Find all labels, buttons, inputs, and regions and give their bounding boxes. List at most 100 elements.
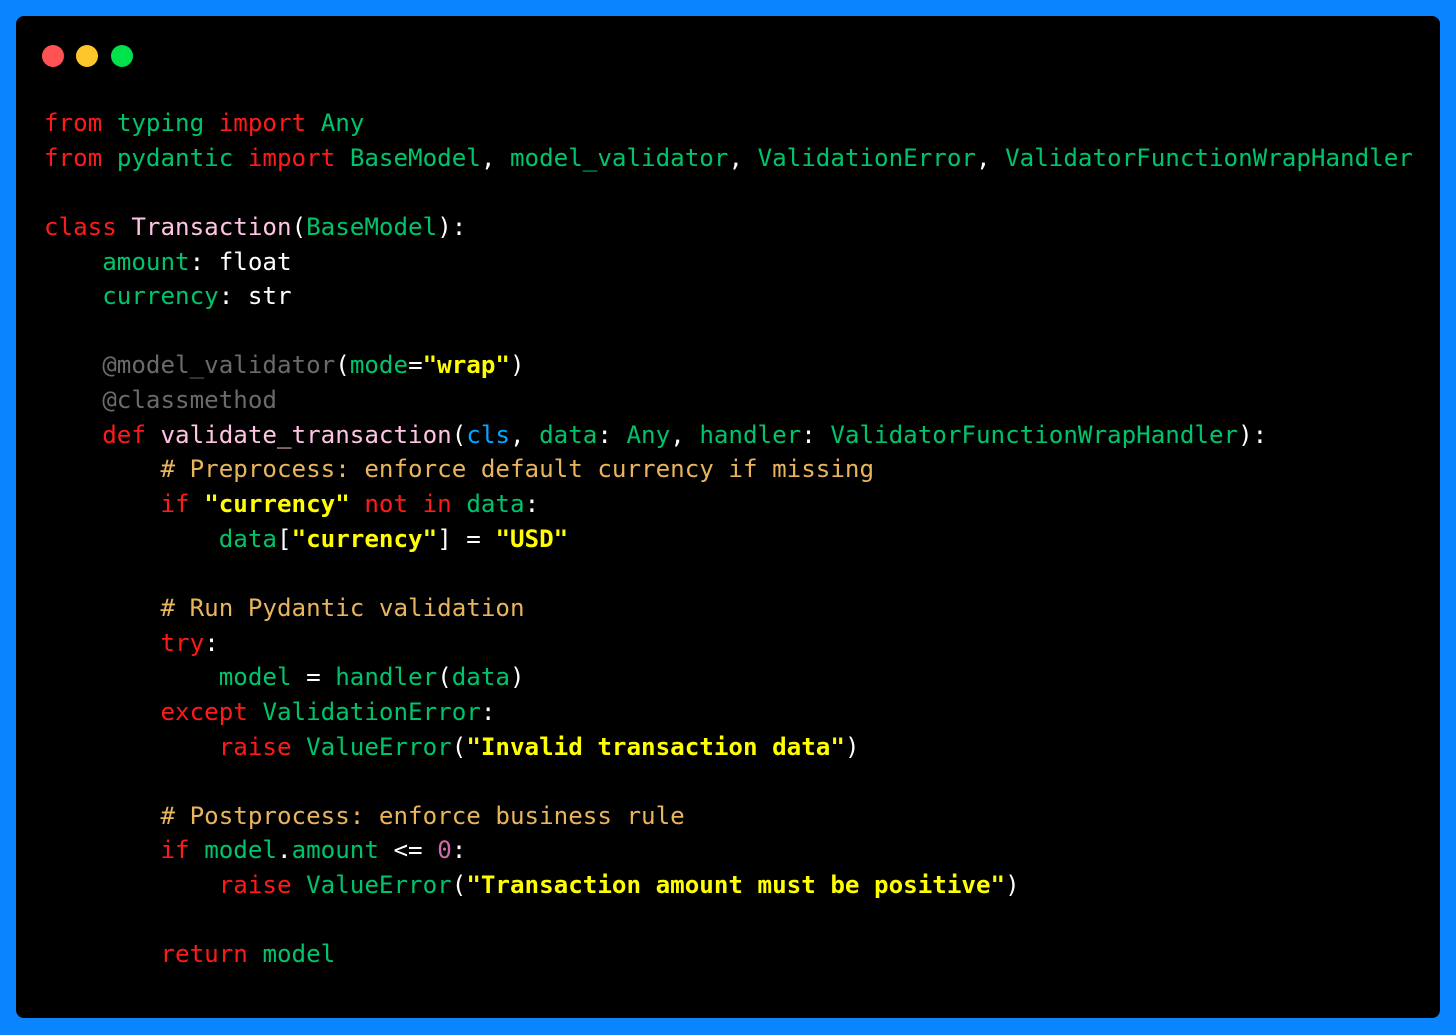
code-token-punctuation <box>44 455 161 483</box>
code-token-punctuation: , <box>670 421 699 449</box>
code-token-punctuation <box>44 802 161 830</box>
code-token-punctuation <box>190 836 205 864</box>
code-line <box>44 764 1413 799</box>
code-token-decorator: @model_validator <box>102 351 335 379</box>
code-token-keyword: raise <box>219 871 292 899</box>
code-line: try: <box>44 626 1413 661</box>
code-token-keyword: not <box>364 490 408 518</box>
code-token-punctuation: ) <box>510 663 525 691</box>
code-token-identifier: amount <box>102 248 189 276</box>
code-token-string-literal: "Invalid transaction data" <box>466 733 845 761</box>
code-token-keyword: def <box>102 421 146 449</box>
code-token-punctuation: ] = <box>437 525 495 553</box>
code-token-punctuation: ) <box>1005 871 1020 899</box>
maximize-window-dot-icon[interactable] <box>111 45 133 67</box>
code-token-identifier: Any <box>321 109 365 137</box>
code-line: if model.amount <= 0: <box>44 833 1413 868</box>
code-token-function-name: Transaction <box>131 213 291 241</box>
code-token-number-literal: 0 <box>437 836 452 864</box>
close-window-dot-icon[interactable] <box>42 45 64 67</box>
code-window: from typing import Any from pydantic impo… <box>16 16 1440 1018</box>
code-token-punctuation <box>102 144 117 172</box>
code-token-punctuation <box>233 144 248 172</box>
code-token-identifier: handler <box>335 663 437 691</box>
code-token-punctuation: : <box>801 421 830 449</box>
code-token-punctuation: ): <box>437 213 466 241</box>
code-token-identifier: data <box>539 421 597 449</box>
code-token-keyword: class <box>44 213 117 241</box>
code-token-identifier: typing <box>117 109 204 137</box>
code-token-function-name: validate_transaction <box>161 421 452 449</box>
code-token-keyword: from <box>44 144 102 172</box>
code-line: from pydantic import BaseModel, model_va… <box>44 141 1413 176</box>
code-block: from typing import Any from pydantic impo… <box>44 106 1413 972</box>
code-token-identifier: Any <box>627 421 671 449</box>
code-token-keyword: try <box>161 629 205 657</box>
code-token-punctuation: ) <box>510 351 525 379</box>
code-token-comment: # Preprocess: enforce default currency i… <box>161 455 875 483</box>
code-token-punctuation: : <box>452 836 467 864</box>
code-line: class Transaction(BaseModel): <box>44 210 1413 245</box>
code-token-identifier: model_validator <box>510 144 728 172</box>
code-token-keyword: return <box>161 940 248 968</box>
code-token-punctuation <box>44 733 219 761</box>
code-token-punctuation <box>292 733 307 761</box>
code-token-string-literal: "wrap" <box>423 351 510 379</box>
code-token-identifier: model <box>262 940 335 968</box>
code-token-punctuation <box>350 490 365 518</box>
code-token-punctuation: = <box>408 351 423 379</box>
code-token-punctuation: ( <box>437 663 452 691</box>
code-token-identifier: data <box>452 663 510 691</box>
code-line: amount: float <box>44 245 1413 280</box>
code-token-identifier: ValueError <box>306 733 452 761</box>
code-token-identifier: data <box>466 490 524 518</box>
code-token-punctuation <box>306 109 321 137</box>
code-token-identifier: model <box>219 663 292 691</box>
code-token-punctuation: : <box>481 698 496 726</box>
code-token-identifier: pydantic <box>117 144 234 172</box>
code-token-punctuation: : <box>525 490 540 518</box>
code-token-punctuation <box>44 248 102 276</box>
code-token-identifier: ValidationError <box>758 144 976 172</box>
code-token-keyword: import <box>219 109 306 137</box>
code-line: raise ValueError("Transaction amount mus… <box>44 868 1413 903</box>
code-token-punctuation <box>190 490 205 518</box>
code-token-punctuation <box>44 351 102 379</box>
code-line: def validate_transaction(cls, data: Any,… <box>44 418 1413 453</box>
code-token-cls-param: cls <box>466 421 510 449</box>
code-token-keyword: except <box>161 698 248 726</box>
code-token-punctuation <box>248 940 263 968</box>
code-line: @classmethod <box>44 383 1413 418</box>
code-line <box>44 175 1413 210</box>
code-line <box>44 556 1413 591</box>
code-token-punctuation <box>408 490 423 518</box>
code-token-identifier: amount <box>292 836 379 864</box>
code-token-punctuation <box>44 594 161 622</box>
code-token-punctuation: , <box>510 421 539 449</box>
code-token-punctuation <box>452 490 467 518</box>
code-token-keyword: if <box>161 490 190 518</box>
code-token-identifier: data <box>219 525 277 553</box>
code-line <box>44 314 1413 349</box>
code-token-punctuation <box>44 490 161 518</box>
code-token-punctuation: , <box>481 144 510 172</box>
code-token-punctuation <box>44 386 102 414</box>
code-token-punctuation: : float <box>190 248 292 276</box>
code-token-punctuation: , <box>976 144 1005 172</box>
code-line: model = handler(data) <box>44 660 1413 695</box>
code-token-identifier: model <box>204 836 277 864</box>
code-token-punctuation <box>44 871 219 899</box>
minimize-window-dot-icon[interactable] <box>76 45 98 67</box>
code-token-string-literal: "currency" <box>292 525 438 553</box>
code-token-identifier: ValueError <box>306 871 452 899</box>
code-token-keyword: raise <box>219 733 292 761</box>
code-line: if "currency" not in data: <box>44 487 1413 522</box>
code-token-identifier: currency <box>102 282 219 310</box>
code-line <box>44 903 1413 938</box>
code-token-punctuation: [ <box>277 525 292 553</box>
code-token-punctuation: ( <box>452 421 467 449</box>
code-line: currency: str <box>44 279 1413 314</box>
code-line: @model_validator(mode="wrap") <box>44 348 1413 383</box>
code-token-punctuation <box>102 109 117 137</box>
code-token-punctuation: ( <box>292 213 307 241</box>
